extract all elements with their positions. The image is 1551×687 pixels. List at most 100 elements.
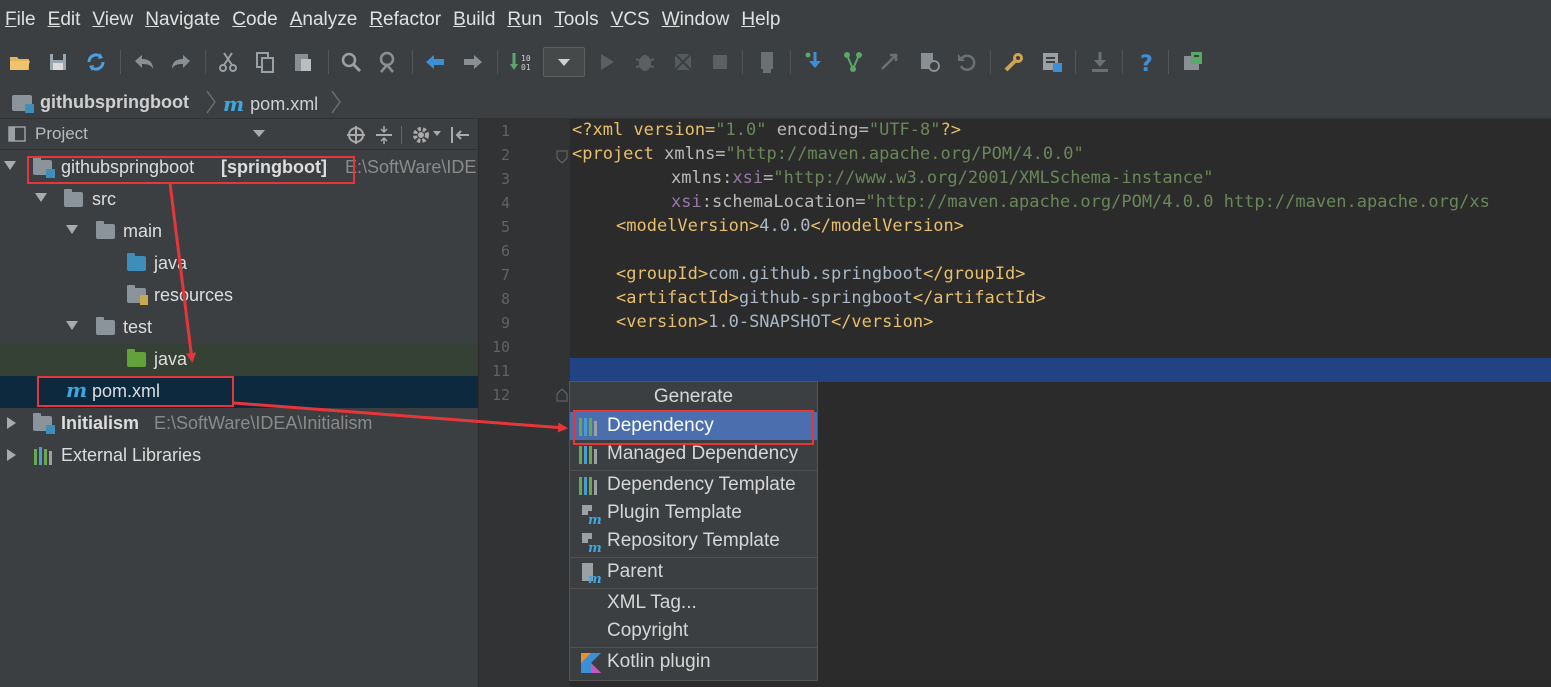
vcs-history-icon[interactable]: [916, 49, 942, 75]
menu-code[interactable]: Code: [226, 9, 283, 31]
chevron-down-icon[interactable]: [253, 130, 265, 138]
toolbar-separator: [1122, 50, 1123, 74]
folder-icon: [96, 221, 115, 239]
gear-icon[interactable]: [410, 124, 432, 146]
collapse-arrow-icon[interactable]: [7, 417, 16, 429]
sync-icon[interactable]: [83, 49, 109, 75]
expand-arrow-icon[interactable]: [4, 161, 16, 170]
caret-line-highlight: [570, 358, 1551, 382]
svg-text:m: m: [588, 513, 602, 526]
project-panel-header: Project: [0, 119, 478, 150]
maven-parent-icon: m: [582, 563, 602, 585]
toolbar-separator: [497, 50, 498, 74]
menu-window[interactable]: Window: [656, 9, 736, 31]
expand-arrow-icon[interactable]: [35, 193, 47, 202]
popup-item-repository-template[interactable]: m Repository Template: [570, 527, 817, 555]
paste-icon[interactable]: [290, 49, 316, 75]
open-folder-icon[interactable]: [7, 49, 33, 75]
tree-item-label: main: [123, 221, 163, 241]
menu-view[interactable]: View: [86, 9, 139, 31]
attach-icon[interactable]: [754, 49, 780, 75]
chevron-down-icon[interactable]: [433, 131, 441, 137]
popup-item-xml-tag[interactable]: XML Tag...: [570, 589, 817, 617]
toolbar-separator: [990, 50, 991, 74]
svg-text:m: m: [588, 541, 602, 554]
menu-refactor[interactable]: Refactor: [363, 9, 447, 31]
fold-marker-icon[interactable]: [556, 150, 568, 164]
breadcrumb-separator-icon: [206, 90, 216, 114]
expand-arrow-icon[interactable]: [66, 321, 78, 330]
code-line-5: <modelVersion>4.0.0</modelVersion>: [616, 216, 965, 236]
code-line-4: xsi:schemaLocation="http://maven.apache.…: [671, 192, 1490, 212]
breadcrumb-project[interactable]: githubspringboot: [12, 92, 189, 113]
help-icon[interactable]: ?: [1133, 49, 1159, 77]
menu-vcs[interactable]: VCS: [605, 9, 656, 31]
tree-item-src[interactable]: src: [0, 184, 478, 216]
redo-icon[interactable]: [168, 49, 194, 75]
tree-item-main-java[interactable]: java: [0, 248, 478, 280]
back-icon[interactable]: [422, 49, 448, 75]
menu-edit[interactable]: Edit: [42, 9, 87, 31]
project-view-title[interactable]: Project: [35, 124, 88, 144]
tree-item-label: java: [154, 349, 188, 369]
run-icon[interactable]: [594, 49, 620, 75]
popup-item-parent[interactable]: m Parent: [570, 558, 817, 586]
popup-item-kotlin-plugin[interactable]: Kotlin plugin: [570, 648, 817, 676]
breadcrumb-file[interactable]: m pom.xml: [223, 92, 318, 116]
menu-tools[interactable]: Tools: [548, 9, 604, 31]
project-structure-icon[interactable]: [1039, 49, 1065, 75]
build-icon[interactable]: 10 01: [508, 49, 534, 75]
download-icon[interactable]: [1087, 49, 1113, 75]
menu-run[interactable]: Run: [501, 9, 548, 31]
copy-icon[interactable]: [252, 49, 278, 75]
annotation-box-pom: [37, 376, 234, 407]
menu-build[interactable]: Build: [447, 9, 501, 31]
vcs-compare-icon[interactable]: [878, 49, 904, 75]
toolbar-separator: [120, 50, 121, 74]
module-path-label: E:\SoftWare\IDE: [345, 157, 477, 177]
maven-repository-icon: m: [582, 533, 602, 554]
collapse-all-icon[interactable]: [374, 125, 394, 145]
vcs-update-icon[interactable]: [802, 49, 828, 75]
save-icon[interactable]: [45, 49, 71, 75]
menu-help[interactable]: Help: [735, 9, 786, 31]
menu-navigate[interactable]: Navigate: [139, 9, 226, 31]
library-icon: [579, 477, 601, 495]
stop-icon[interactable]: [707, 49, 733, 75]
undo-icon[interactable]: [131, 49, 157, 75]
run-configuration-dropdown[interactable]: [543, 47, 585, 77]
toolbar-separator: [1075, 50, 1076, 74]
popup-item-dependency-template[interactable]: Dependency Template: [570, 471, 817, 499]
vcs-commit-icon[interactable]: [840, 49, 866, 75]
coverage-icon[interactable]: [670, 49, 696, 75]
scroll-from-source-icon[interactable]: [346, 125, 366, 145]
fold-marker-icon[interactable]: [556, 388, 568, 402]
tree-item-test[interactable]: test: [0, 312, 478, 344]
find-icon[interactable]: [338, 49, 364, 75]
library-icon: [34, 447, 52, 465]
hide-panel-icon[interactable]: [449, 125, 471, 145]
tree-item-test-java[interactable]: java: [0, 344, 478, 376]
menu-analyze[interactable]: Analyze: [284, 9, 364, 31]
replace-icon[interactable]: [375, 49, 401, 75]
toolbar-separator: [742, 50, 743, 74]
toolbar: 10 01 ?: [0, 40, 1551, 87]
menu-bar: File Edit View Navigate Code Analyze Ref…: [0, 0, 1551, 40]
tree-item-resources[interactable]: resources: [0, 280, 478, 312]
tree-item-main[interactable]: main: [0, 216, 478, 248]
popup-item-copyright[interactable]: Copyright: [570, 617, 817, 645]
menu-file[interactable]: File: [0, 9, 42, 31]
android-sdk-icon[interactable]: [1180, 49, 1206, 75]
cut-icon[interactable]: [215, 49, 241, 75]
popup-item-plugin-template[interactable]: m Plugin Template: [570, 499, 817, 527]
tree-item-label: java: [154, 253, 188, 273]
tree-item-initialism[interactable]: Initialism E:\SoftWare\IDEA\Initialism: [0, 408, 478, 440]
collapse-arrow-icon[interactable]: [7, 449, 16, 461]
debug-icon[interactable]: [632, 49, 658, 75]
forward-icon[interactable]: [460, 49, 486, 75]
vcs-revert-icon[interactable]: [954, 49, 980, 75]
expand-arrow-icon[interactable]: [66, 225, 78, 234]
tree-item-external-libraries[interactable]: External Libraries: [0, 440, 478, 472]
code-line-8: <artifactId>github-springboot</artifactI…: [616, 288, 1046, 308]
settings-wrench-icon[interactable]: [1001, 49, 1027, 75]
